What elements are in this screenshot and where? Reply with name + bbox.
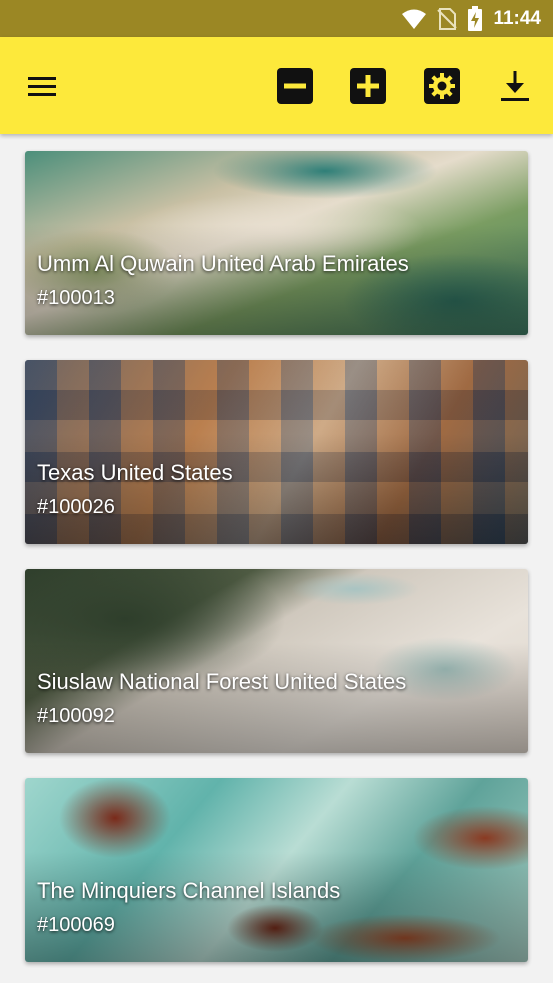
card-id: #100092 bbox=[37, 705, 115, 727]
image-card[interactable]: Siuslaw National Forest United States #1… bbox=[25, 569, 528, 753]
card-title: Umm Al Quwain United Arab Emirates bbox=[37, 251, 409, 276]
zoom-in-icon bbox=[357, 75, 379, 97]
card-id: #100026 bbox=[37, 496, 115, 518]
menu-icon bbox=[28, 77, 56, 80]
menu-button[interactable] bbox=[24, 71, 58, 101]
card-title: Siuslaw National Forest United States bbox=[37, 669, 407, 694]
wifi-icon bbox=[402, 9, 427, 29]
status-time: 11:44 bbox=[493, 8, 541, 29]
no-sim-icon bbox=[437, 8, 458, 30]
settings-button[interactable] bbox=[424, 68, 460, 104]
battery-charging-icon bbox=[468, 6, 483, 31]
card-title: The Minquiers Channel Islands bbox=[37, 878, 341, 903]
settings-icon bbox=[429, 73, 455, 99]
card-id: #100013 bbox=[37, 287, 115, 309]
app-bar bbox=[0, 37, 553, 134]
download-icon bbox=[501, 71, 529, 101]
status-icons: 11:44 bbox=[401, 6, 541, 31]
card-id: #100069 bbox=[37, 914, 115, 936]
image-card[interactable]: Texas United States #100026 bbox=[25, 360, 528, 544]
zoom-out-button[interactable] bbox=[277, 68, 313, 104]
card-title: Texas United States bbox=[37, 460, 233, 485]
status-bar: 11:44 bbox=[0, 0, 553, 37]
zoom-in-button[interactable] bbox=[350, 68, 386, 104]
image-card[interactable]: The Minquiers Channel Islands #100069 bbox=[25, 778, 528, 962]
image-list: Umm Al Quwain United Arab Emirates #1000… bbox=[0, 134, 553, 983]
image-card[interactable]: Umm Al Quwain United Arab Emirates #1000… bbox=[25, 151, 528, 335]
zoom-out-icon bbox=[284, 83, 306, 89]
download-button[interactable] bbox=[497, 68, 533, 104]
